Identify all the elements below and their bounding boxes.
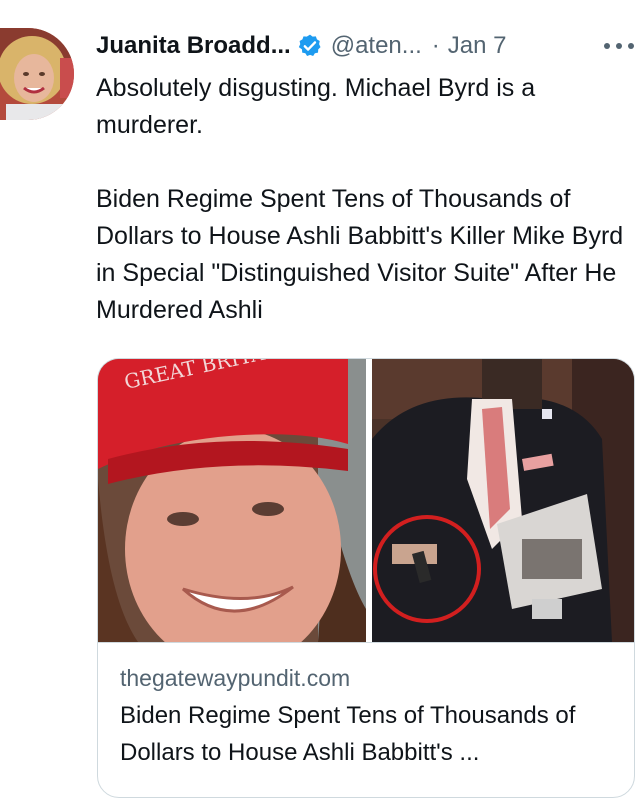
- more-dot: [604, 43, 610, 49]
- card-title: Biden Regime Spent Tens of Thousands of …: [120, 702, 576, 766]
- card-image-man-in-suit: [372, 359, 634, 642]
- more-dot: [628, 43, 634, 49]
- tweet-text: Absolutely disgusting. Michael Byrd is a…: [96, 70, 636, 329]
- avatar-image: [0, 28, 74, 120]
- tweet-header: Juanita Broadd... @aten... · Jan 7: [96, 30, 644, 62]
- more-options-icon[interactable]: [604, 34, 634, 58]
- card-domain: thegatewaypundit.com: [120, 665, 351, 691]
- verified-badge-icon: [297, 33, 323, 59]
- card-media[interactable]: GREAT BRITAIN: [98, 359, 634, 642]
- card-info[interactable]: thegatewaypundit.com Biden Regime Spent …: [98, 642, 634, 797]
- author-avatar[interactable]: [0, 28, 74, 120]
- author-handle[interactable]: @aten...: [331, 32, 422, 60]
- more-dot: [616, 43, 622, 49]
- tweet-text-line: Absolutely disgusting. Michael Byrd is a…: [96, 74, 536, 139]
- tweet-text-line: Biden Regime Spent Tens of Thousands of …: [96, 185, 624, 324]
- card-image-woman-in-cap: GREAT BRITAIN: [98, 359, 366, 642]
- link-preview-card[interactable]: GREAT BRITAIN thegatewaypundit.com Biden…: [97, 358, 635, 798]
- author-name[interactable]: Juanita Broadd...: [96, 32, 291, 60]
- tweet-date[interactable]: Jan 7: [448, 32, 507, 60]
- separator-dot: ·: [431, 32, 440, 59]
